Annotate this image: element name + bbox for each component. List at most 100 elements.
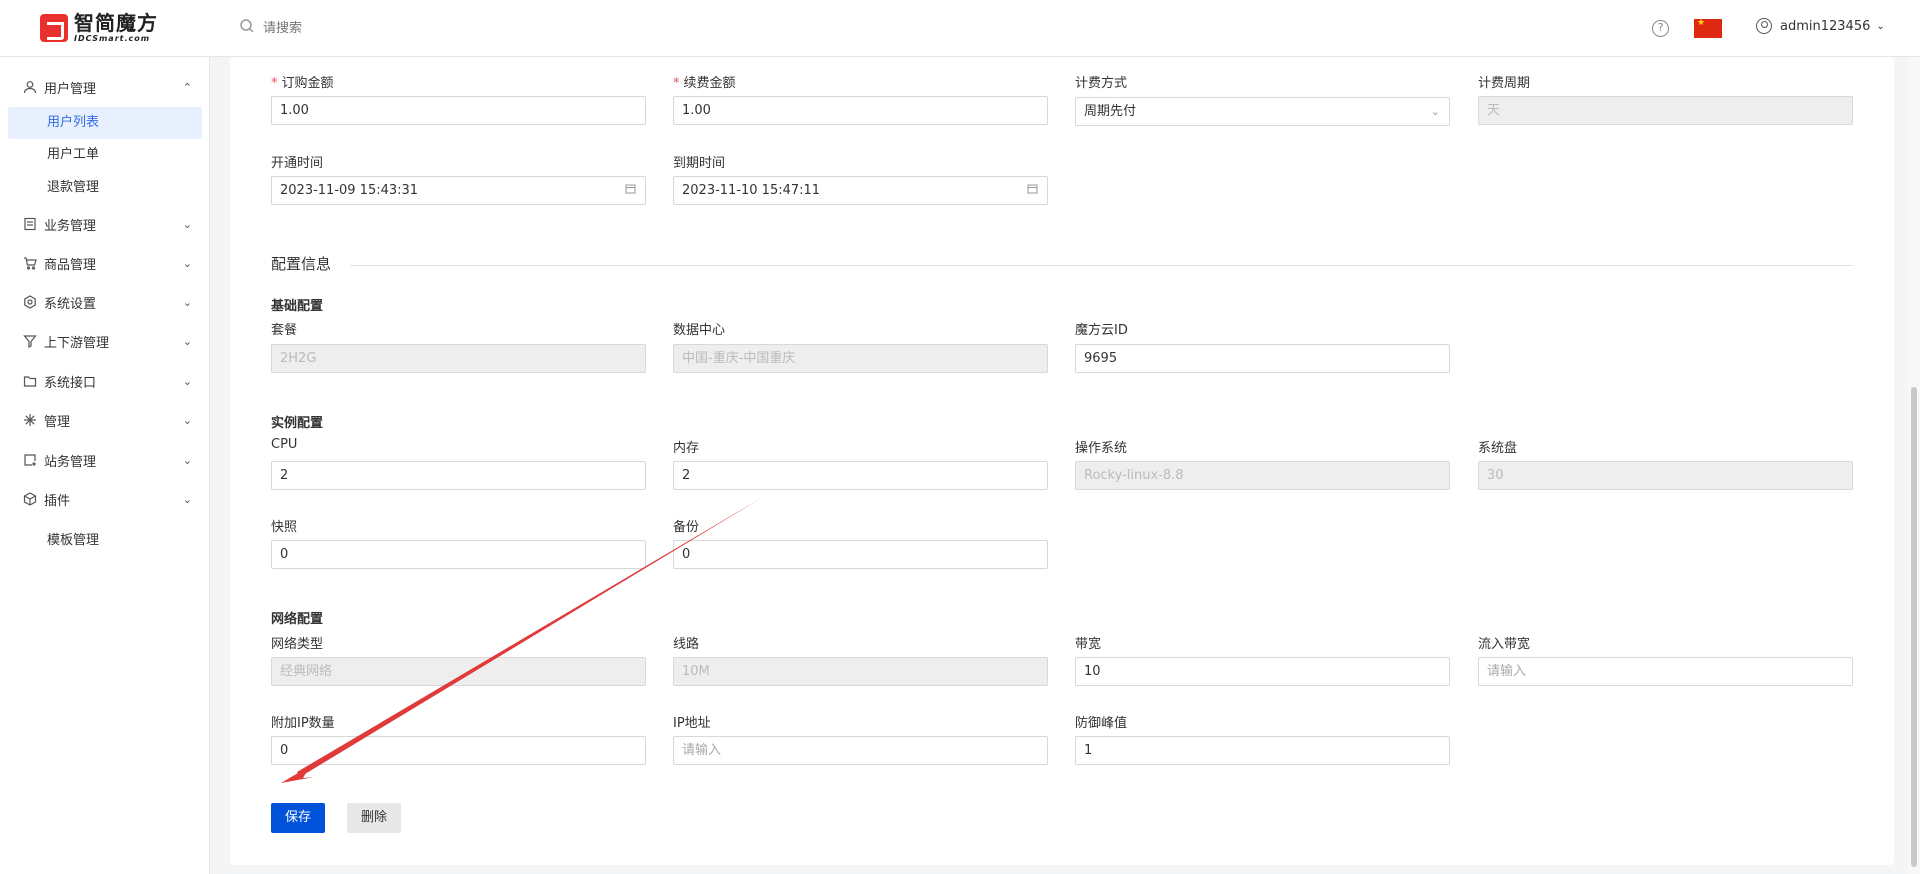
sidebar-item-label: 插件 <box>44 493 71 509</box>
line-label: 线路 <box>673 637 700 652</box>
backup-input[interactable]: 0 <box>673 540 1048 569</box>
user-icon <box>1756 18 1772 34</box>
sidebar: 用户管理 ⌃ 用户列表 用户工单 退款管理 业务管理 ⌄ 商品管理 ⌄ 系统设置… <box>0 57 210 874</box>
order-amount-label: * 订购金额 <box>271 76 334 91</box>
sidebar-item-label: 上下游管理 <box>44 335 110 351</box>
bandwidth-label: 带宽 <box>1075 637 1102 652</box>
instance-config-title: 实例配置 <box>271 416 324 431</box>
order-amount-input[interactable]: 1.00 <box>271 96 646 125</box>
memory-label: 内存 <box>673 441 700 456</box>
sidebar-item-label: 站务管理 <box>44 454 97 470</box>
sidebar-item-upstream[interactable]: 上下游管理 ⌄ <box>22 326 192 356</box>
asterisk-icon <box>22 412 38 428</box>
username: admin123456 <box>1780 18 1871 34</box>
user-menu[interactable]: admin123456 ⌄ <box>1756 18 1885 34</box>
chevron-down-icon: ⌄ <box>182 334 192 348</box>
chevron-down-icon: ⌄ <box>182 492 192 506</box>
expire-time-picker[interactable]: 2023-11-10 15:47:11 <box>673 176 1048 205</box>
network-config-title: 网络配置 <box>271 612 324 627</box>
datacenter-label: 数据中心 <box>673 323 726 338</box>
calendar-icon <box>1027 177 1038 204</box>
chevron-down-icon: ⌄ <box>1876 20 1885 32</box>
sidebar-item-site-affairs[interactable]: 站务管理 ⌄ <box>22 445 192 475</box>
cpu-input[interactable]: 2 <box>271 461 646 490</box>
cloud-id-label: 魔方云ID <box>1075 323 1128 338</box>
package-label: 套餐 <box>271 323 298 338</box>
snapshot-input[interactable]: 0 <box>271 540 646 569</box>
ip-address-label: IP地址 <box>673 716 711 731</box>
sidebar-item-business[interactable]: 业务管理 ⌄ <box>22 209 192 239</box>
memory-input[interactable]: 2 <box>673 461 1048 490</box>
help-icon[interactable]: ? <box>1652 20 1669 37</box>
cloud-id-input[interactable]: 9695 <box>1075 344 1450 373</box>
cpu-label: CPU <box>271 437 298 452</box>
user-icon <box>22 79 38 95</box>
bandwidth-input[interactable]: 10 <box>1075 657 1450 686</box>
network-type-input: 经典网络 <box>271 657 646 686</box>
logo-mark-icon <box>40 14 68 42</box>
open-time-picker[interactable]: 2023-11-09 15:43:31 <box>271 176 646 205</box>
cube-icon <box>22 491 38 507</box>
billing-method-label: 计费方式 <box>1075 76 1128 91</box>
sidebar-item-user-mgmt[interactable]: 用户管理 ⌃ <box>22 72 192 102</box>
search-icon <box>239 18 255 38</box>
save-button[interactable]: 保存 <box>271 803 325 833</box>
china-flag-icon[interactable] <box>1694 18 1722 38</box>
sidebar-item-manage[interactable]: 管理 ⌄ <box>22 405 192 435</box>
chevron-down-icon: ⌄ <box>1430 105 1440 118</box>
expire-time-label: 到期时间 <box>673 156 726 171</box>
sidebar-item-system-settings[interactable]: 系统设置 ⌄ <box>22 287 192 317</box>
chevron-down-icon: ⌄ <box>182 374 192 388</box>
logo[interactable]: 智简魔方 IDCSmart.com <box>40 13 158 43</box>
sidebar-item-label: 系统设置 <box>44 296 97 312</box>
basic-config-title: 基础配置 <box>271 299 324 314</box>
config-section-title: 配置信息 <box>271 255 332 273</box>
os-label: 操作系统 <box>1075 441 1128 456</box>
document-icon <box>22 216 38 232</box>
folder-icon <box>22 373 38 389</box>
section-divider <box>350 265 1853 266</box>
snapshot-label: 快照 <box>271 520 298 535</box>
top-header: 智简魔方 IDCSmart.com ? admin123456 ⌄ <box>0 0 1920 57</box>
site-icon <box>22 452 38 468</box>
sidebar-item-system-api[interactable]: 系统接口 ⌄ <box>22 366 192 396</box>
billing-cycle-label: 计费周期 <box>1478 76 1531 91</box>
package-input: 2H2G <box>271 344 646 373</box>
logo-title: 智简魔方 <box>74 11 158 35</box>
datacenter-input: 中国-重庆-中国重庆 <box>673 344 1048 373</box>
sidebar-item-label: 业务管理 <box>44 218 97 234</box>
sidebar-item-label: 用户管理 <box>44 81 97 97</box>
inbound-bandwidth-label: 流入带宽 <box>1478 637 1531 652</box>
sidebar-subitem-template[interactable]: 模板管理 <box>8 525 202 557</box>
sidebar-subitem-user-list[interactable]: 用户列表 <box>8 107 202 139</box>
open-time-label: 开通时间 <box>271 156 324 171</box>
scrollbar-thumb[interactable] <box>1911 387 1917 867</box>
sidebar-subitem-user-ticket[interactable]: 用户工单 <box>8 139 202 171</box>
scrollbar[interactable] <box>1908 57 1920 874</box>
calendar-icon <box>625 177 636 204</box>
system-disk-input: 30 <box>1478 461 1853 490</box>
search-input[interactable] <box>263 20 563 36</box>
os-input: Rocky-linux-8.8 <box>1075 461 1450 490</box>
chevron-down-icon: ⌄ <box>182 256 192 270</box>
chevron-down-icon: ⌄ <box>182 217 192 231</box>
inbound-bandwidth-input[interactable]: 请输入 <box>1478 657 1853 686</box>
backup-label: 备份 <box>673 520 700 535</box>
ddos-peak-input[interactable]: 1 <box>1075 736 1450 765</box>
sidebar-item-label: 系统接口 <box>44 375 97 391</box>
chevron-up-icon: ⌃ <box>182 80 192 94</box>
extra-ip-label: 附加IP数量 <box>271 716 335 731</box>
system-disk-label: 系统盘 <box>1478 441 1518 456</box>
search-box[interactable] <box>239 18 563 38</box>
renew-amount-input[interactable]: 1.00 <box>673 96 1048 125</box>
chevron-down-icon: ⌄ <box>182 295 192 309</box>
renew-amount-label: * 续费金额 <box>673 76 736 91</box>
sidebar-item-products[interactable]: 商品管理 ⌄ <box>22 248 192 278</box>
delete-button[interactable]: 删除 <box>347 803 401 833</box>
ip-address-input[interactable]: 请输入 <box>673 736 1048 765</box>
sidebar-item-plugins[interactable]: 插件 ⌄ <box>22 484 192 514</box>
billing-method-select[interactable]: 周期先付 ⌄ <box>1075 97 1450 126</box>
sidebar-subitem-refund[interactable]: 退款管理 <box>8 172 202 204</box>
network-type-label: 网络类型 <box>271 637 324 652</box>
extra-ip-input[interactable]: 0 <box>271 736 646 765</box>
